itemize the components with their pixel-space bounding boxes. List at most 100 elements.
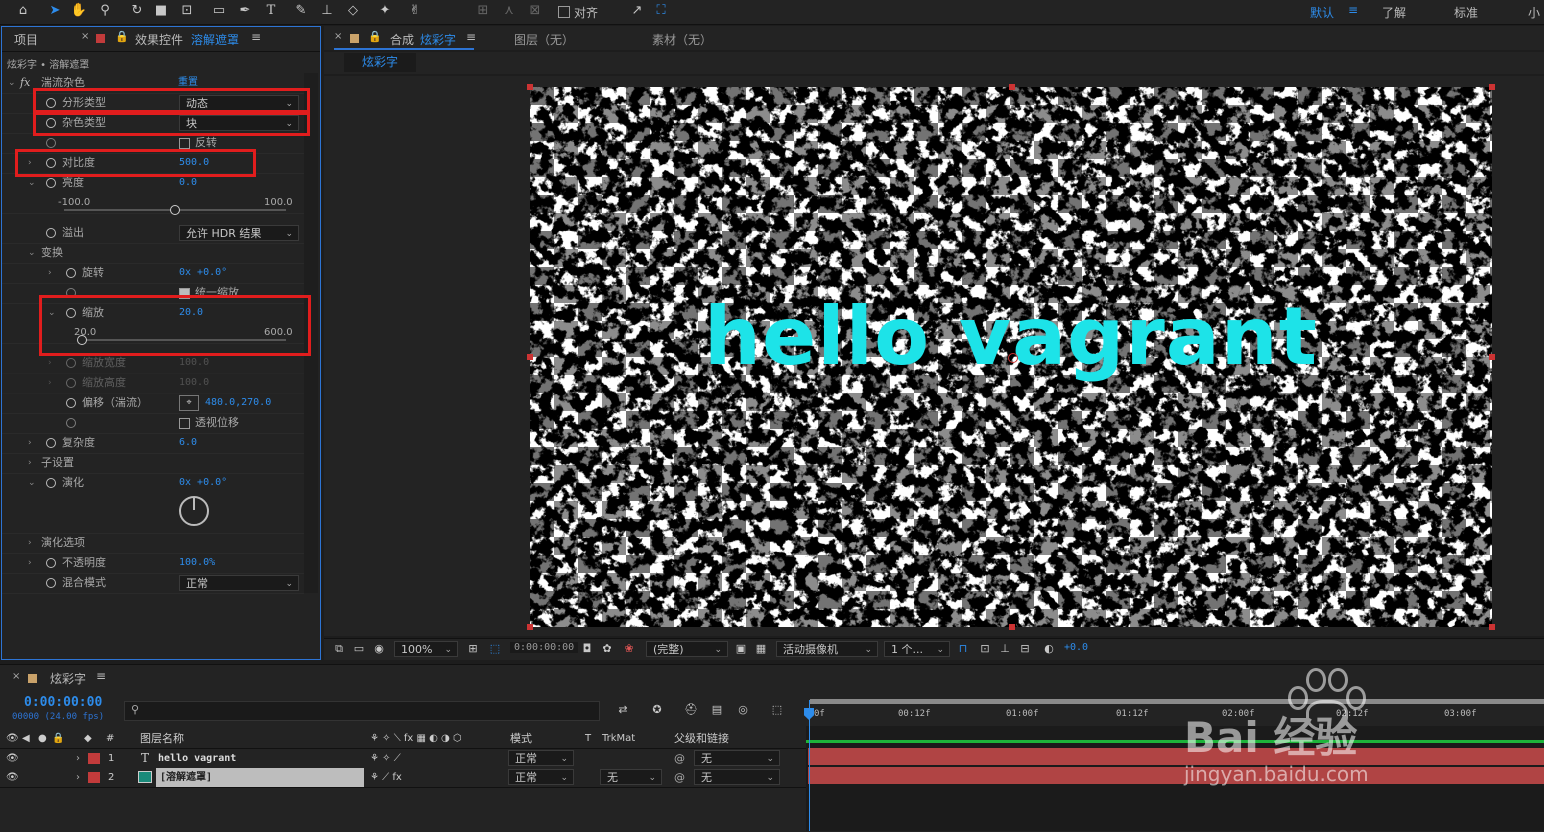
zoom-dropdown[interactable]: 100% ⌄ <box>394 641 458 657</box>
mode-dropdown[interactable]: 正常 ⌄ <box>508 769 574 785</box>
region-icon[interactable]: ⬚ <box>486 640 504 658</box>
camera-orbit-icon[interactable]: ■ <box>152 2 170 20</box>
type-icon[interactable]: T <box>262 2 280 20</box>
axis-local-icon[interactable]: ⊞ <box>474 2 492 20</box>
show-snapshot-icon[interactable]: ✿ <box>598 640 616 658</box>
opacity-value[interactable]: 100.0% <box>179 553 215 573</box>
stopwatch-icon[interactable] <box>46 228 56 238</box>
crosshair-icon[interactable]: ⌖ <box>179 395 199 411</box>
exposure-reset-icon[interactable]: ⊟ <box>1016 640 1034 658</box>
clone-stamp-icon[interactable]: ⊥ <box>318 2 336 20</box>
workspace-default[interactable]: 默认 <box>1310 4 1334 21</box>
workspace-menu-icon[interactable]: ≡ <box>1348 3 1358 17</box>
viewer-timecode[interactable]: 0:00:00:00 <box>510 642 579 653</box>
pick-whip-icon[interactable]: @ <box>674 768 685 787</box>
bound-handle[interactable] <box>527 354 533 360</box>
expand-twirl-icon[interactable]: › <box>28 533 32 553</box>
layer-bar[interactable] <box>808 748 1544 765</box>
monitor-icon[interactable]: ▭ <box>350 640 368 658</box>
comp-text-layer[interactable]: hello vagrant <box>530 287 1492 387</box>
close-tab-icon[interactable]: × <box>334 31 342 42</box>
bound-handle[interactable] <box>1009 84 1015 90</box>
workspace-learn[interactable]: 了解 <box>1382 4 1406 21</box>
frame-blending-icon[interactable]: ▤ <box>708 701 726 719</box>
collapse-twirl-icon[interactable]: ⌄ <box>28 473 36 493</box>
mask-icon[interactable]: ◉ <box>370 640 388 658</box>
bound-handle[interactable] <box>527 84 533 90</box>
time-ruler[interactable]: 0f 00:12f 01:00f 01:12f 02:00f 02:12f 03… <box>806 699 1544 726</box>
tab-project[interactable]: 项目 <box>14 31 38 48</box>
tab-effect-layer-name[interactable]: 溶解遮罩 <box>191 31 239 48</box>
mode-dropdown[interactable]: 正常 ⌄ <box>508 750 574 766</box>
layer-switches[interactable]: ⚘ ⟋ fx <box>370 768 402 787</box>
composition-canvas[interactable]: hello vagrant <box>530 87 1492 627</box>
expand-twirl-icon[interactable]: › <box>48 353 52 373</box>
panel-menu-icon[interactable]: ≡ <box>466 30 476 44</box>
puppet-pin-icon[interactable]: ✌ <box>406 2 424 20</box>
collapse-twirl-icon[interactable]: ⌄ <box>8 73 16 93</box>
panel-menu-icon[interactable]: ≡ <box>251 30 261 44</box>
audio-icon[interactable]: ◀ <box>22 729 30 748</box>
roi-icon[interactable]: ▣ <box>732 640 750 658</box>
stopwatch-icon[interactable] <box>66 398 76 408</box>
timeline-icon[interactable]: ⊡ <box>976 640 994 658</box>
stopwatch-icon[interactable] <box>46 558 56 568</box>
panel-menu-icon[interactable]: ≡ <box>96 669 106 683</box>
perspective-checkbox[interactable] <box>179 418 190 429</box>
layer-bar[interactable] <box>808 767 1544 784</box>
roto-brush-icon[interactable]: ✦ <box>376 2 394 20</box>
expand-twirl-icon[interactable]: › <box>48 263 52 283</box>
stopwatch-icon[interactable] <box>66 268 76 278</box>
axis-world-icon[interactable]: ⋏ <box>500 2 518 20</box>
eraser-icon[interactable]: ◇ <box>344 2 362 20</box>
overflow-dropdown[interactable]: 允许 HDR 结果 ⌄ <box>179 225 299 241</box>
label-color-swatch[interactable] <box>88 753 100 764</box>
label-color-swatch[interactable] <box>88 772 100 783</box>
visibility-icon[interactable]: 👁 <box>6 729 19 748</box>
rotation-value[interactable]: 0x +0.0° <box>179 263 227 283</box>
tab-footage[interactable]: 素材（无） <box>652 31 712 48</box>
expand-twirl-icon[interactable]: › <box>76 749 80 768</box>
blend-mode-dropdown[interactable]: 正常 ⌄ <box>179 575 299 591</box>
stopwatch-icon[interactable] <box>46 178 56 188</box>
anchor-point-icon[interactable] <box>1008 353 1018 363</box>
invert-checkbox[interactable] <box>179 138 190 149</box>
graph-editor-icon[interactable]: ⬚ <box>768 701 786 719</box>
shy-layers-icon[interactable]: ⛑ <box>682 701 700 719</box>
parent-dropdown[interactable]: 无 ⌄ <box>694 769 780 785</box>
motion-blur-icon[interactable]: ◎ <box>734 701 752 719</box>
resolution-dropdown[interactable]: (完整) ⌄ <box>646 641 728 657</box>
expand-twirl-icon[interactable]: › <box>28 553 32 573</box>
layer-name[interactable]: hello vagrant <box>158 749 236 768</box>
comp-mini-flowchart-icon[interactable]: ⇄ <box>614 701 632 719</box>
workspace-small[interactable]: 小 <box>1528 4 1540 21</box>
bound-handle[interactable] <box>1489 354 1495 360</box>
collapse-twirl-icon[interactable]: ⌄ <box>28 243 36 263</box>
lock-icon[interactable]: 🔒 <box>52 729 64 748</box>
layer-switches[interactable]: ⚘ ✧ ⟋ <box>370 749 401 768</box>
fit-icon[interactable]: ⊞ <box>464 640 482 658</box>
close-tab-icon[interactable]: × <box>81 31 89 42</box>
bound-handle[interactable] <box>1489 624 1495 630</box>
align-checkbox[interactable] <box>558 6 570 18</box>
always-preview-icon[interactable]: ⧉ <box>330 640 348 658</box>
tab-composition-name[interactable]: 炫彩字 <box>420 31 456 48</box>
work-area-bar[interactable] <box>810 699 1544 704</box>
timeline-tab-name[interactable]: 炫彩字 <box>50 670 86 687</box>
tab-effect-controls[interactable]: 效果控件 <box>135 31 183 48</box>
views-dropdown[interactable]: 1 个... ⌄ <box>884 641 950 657</box>
exposure-value[interactable]: +0.0 <box>1064 642 1088 653</box>
flowchart-icon[interactable]: ⊥ <box>996 640 1014 658</box>
eye-icon[interactable]: 👁 <box>6 768 19 787</box>
brush-icon[interactable]: ✎ <box>292 2 310 20</box>
home-icon[interactable]: ⌂ <box>14 2 32 20</box>
camera-snapshot-icon[interactable]: ◘ <box>578 640 596 658</box>
selection-arrow-icon[interactable]: ➤ <box>46 2 64 20</box>
stopwatch-icon[interactable] <box>46 438 56 448</box>
subtab-comp[interactable]: 炫彩字 <box>344 53 416 72</box>
channel-icon[interactable]: ❀ <box>620 640 638 658</box>
axis-view-icon[interactable]: ⊠ <box>526 2 544 20</box>
evolution-value[interactable]: 0x +0.0° <box>179 473 227 493</box>
complexity-value[interactable]: 6.0 <box>179 433 197 453</box>
timeline-tracks[interactable]: 0f 00:12f 01:00f 01:12f 02:00f 02:12f 03… <box>804 699 1544 831</box>
